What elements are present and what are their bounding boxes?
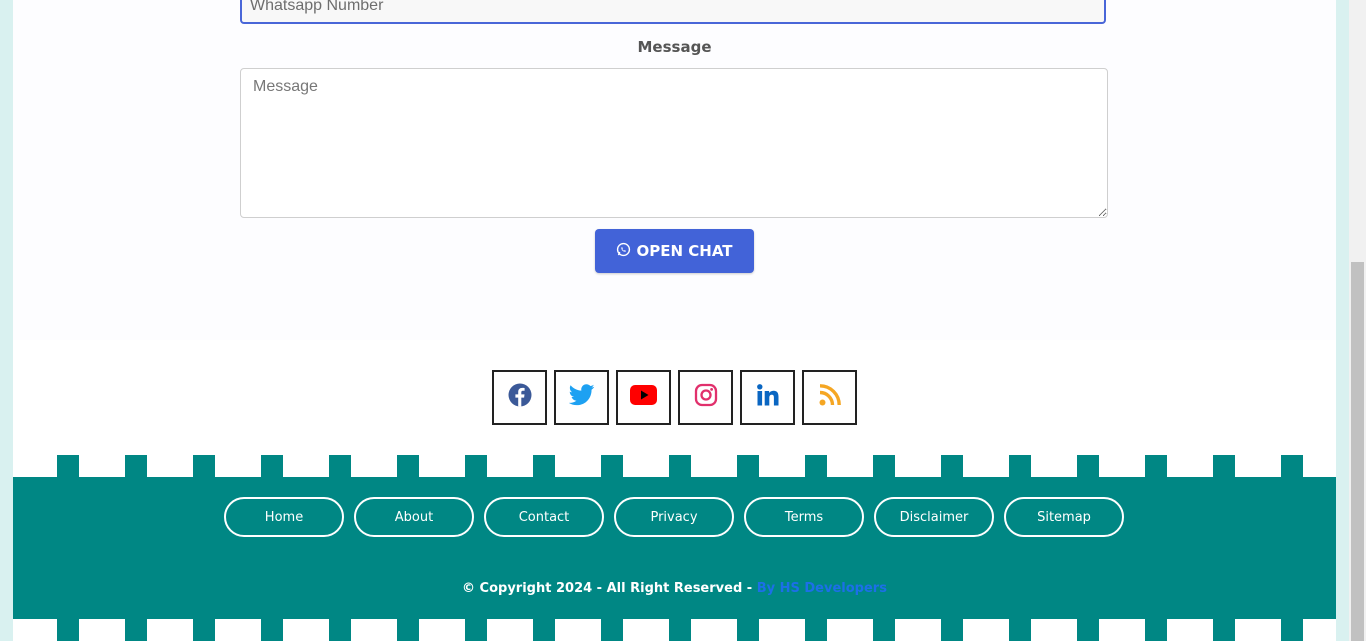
linkedin-icon: [756, 384, 779, 411]
youtube-link[interactable]: [616, 370, 671, 425]
footer-link-disclaimer[interactable]: Disclaimer: [874, 497, 994, 537]
page: Message OPEN CHAT: [13, 0, 1336, 641]
footer-border-tooth: [465, 455, 487, 477]
footer-link-contact[interactable]: Contact: [484, 497, 604, 537]
footer-border-tooth: [1213, 619, 1235, 641]
instagram-link[interactable]: [678, 370, 733, 425]
footer-border-tooth: [601, 455, 623, 477]
footer-border-tooth: [669, 455, 691, 477]
footer-border-tooth: [57, 455, 79, 477]
scrollbar-thumb[interactable]: [1351, 262, 1364, 641]
rss-icon: [819, 384, 841, 411]
footer-border-tooth: [669, 619, 691, 641]
footer-border-tooth: [329, 455, 351, 477]
footer: Home About Contact Privacy Terms Disclai…: [13, 477, 1336, 619]
footer-nav: Home About Contact Privacy Terms Disclai…: [224, 497, 1124, 537]
footer-border-tooth: [1145, 619, 1167, 641]
footer-link-sitemap[interactable]: Sitemap: [1004, 497, 1124, 537]
footer-border-tooth: [873, 619, 895, 641]
footer-border-tooth: [1281, 619, 1303, 641]
footer-link-privacy[interactable]: Privacy: [614, 497, 734, 537]
footer-border-tooth: [261, 455, 283, 477]
footer-border-tooth: [193, 619, 215, 641]
footer-border-tooth: [329, 619, 351, 641]
footer-border-tooth: [1009, 619, 1031, 641]
footer-border-tooth: [873, 455, 895, 477]
page-scrollbar[interactable]: [1349, 0, 1366, 641]
footer-link-terms[interactable]: Terms: [744, 497, 864, 537]
footer-border-tooth: [737, 455, 759, 477]
footer-border-tooth: [397, 455, 419, 477]
footer-border-tooth: [1145, 455, 1167, 477]
footer-border-tooth: [533, 455, 555, 477]
footer-border-tooth: [1281, 455, 1303, 477]
footer-border-tooth: [941, 619, 963, 641]
footer-border-tooth: [397, 619, 419, 641]
twitter-icon: [568, 384, 595, 411]
facebook-icon: [508, 383, 532, 412]
instagram-icon: [694, 383, 718, 412]
footer-border-tooth: [261, 619, 283, 641]
linkedin-link[interactable]: [740, 370, 795, 425]
message-label: Message: [637, 38, 712, 56]
footer-border-tooth: [1213, 455, 1235, 477]
footer-border-tooth: [1077, 455, 1099, 477]
footer-border-tooth: [533, 619, 555, 641]
footer-border-tooth: [941, 455, 963, 477]
open-chat-button[interactable]: OPEN CHAT: [595, 229, 754, 273]
open-chat-label: OPEN CHAT: [636, 242, 733, 260]
facebook-link[interactable]: [492, 370, 547, 425]
footer-border-tooth: [125, 455, 147, 477]
footer-border-tooth: [805, 619, 827, 641]
footer-link-home[interactable]: Home: [224, 497, 344, 537]
copyright: © Copyright 2024 - All Right Reserved - …: [13, 581, 1336, 596]
footer-border-tooth: [1009, 455, 1031, 477]
footer-border-tooth: [601, 619, 623, 641]
footer-border-tooth: [465, 619, 487, 641]
footer-border-tooth: [1077, 619, 1099, 641]
whatsapp-icon: [616, 242, 631, 261]
whatsapp-number-input[interactable]: [240, 0, 1106, 24]
youtube-icon: [630, 385, 657, 410]
footer-border-tooth: [805, 455, 827, 477]
footer-border-tooth: [125, 619, 147, 641]
footer-link-about[interactable]: About: [354, 497, 474, 537]
rss-link[interactable]: [802, 370, 857, 425]
copyright-text: © Copyright 2024 - All Right Reserved -: [462, 581, 757, 596]
message-textarea[interactable]: [240, 68, 1108, 218]
footer-border-tooth: [737, 619, 759, 641]
social-links: [492, 370, 857, 425]
chat-form: Message OPEN CHAT: [13, 0, 1336, 340]
footer-border-tooth: [57, 619, 79, 641]
twitter-link[interactable]: [554, 370, 609, 425]
footer-border-tooth: [193, 455, 215, 477]
developer-link[interactable]: By HS Developers: [757, 581, 887, 596]
